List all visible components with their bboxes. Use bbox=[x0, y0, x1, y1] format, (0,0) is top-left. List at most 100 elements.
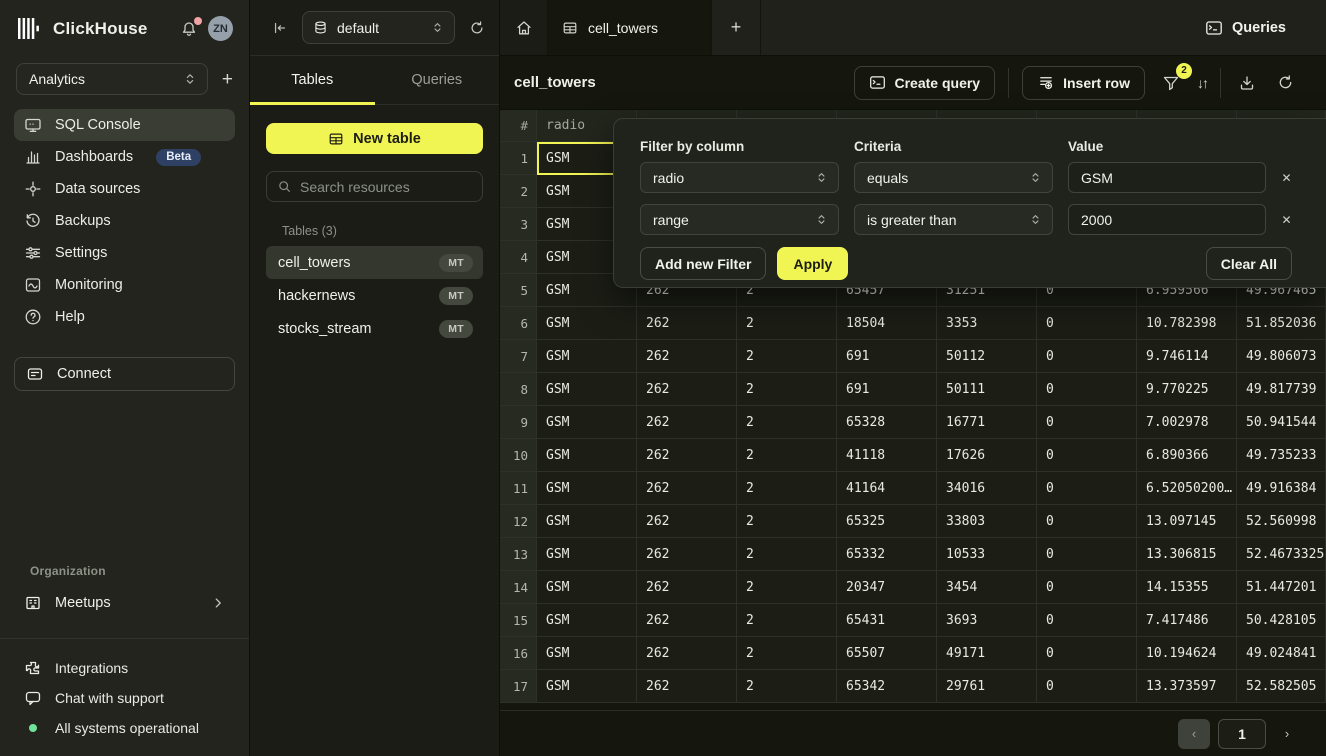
sidebar-item-monitoring[interactable]: Monitoring bbox=[14, 269, 235, 301]
sort-button[interactable]: ↓↑ bbox=[1197, 75, 1207, 91]
table-cell[interactable]: GSM bbox=[537, 406, 637, 439]
table-cell[interactable]: 51.447201 bbox=[1237, 571, 1326, 604]
table-cell[interactable]: 0 bbox=[1037, 307, 1137, 340]
create-query-button[interactable]: Create query bbox=[854, 66, 996, 100]
table-cell[interactable]: GSM bbox=[537, 505, 637, 538]
table-cell[interactable]: 262 bbox=[637, 439, 737, 472]
table-cell[interactable]: 49.735233 bbox=[1237, 439, 1326, 472]
table-cell[interactable]: 2 bbox=[737, 340, 837, 373]
filter-criteria-select[interactable]: is greater than bbox=[854, 204, 1053, 235]
table-cell[interactable]: 49.806073 bbox=[1237, 340, 1326, 373]
table-cell[interactable]: 52.582505 bbox=[1237, 670, 1326, 703]
table-cell[interactable]: 49.024841 bbox=[1237, 637, 1326, 670]
database-select[interactable]: default bbox=[302, 11, 455, 44]
table-cell[interactable]: 49.916384 bbox=[1237, 472, 1326, 505]
table-cell[interactable]: 0 bbox=[1037, 406, 1137, 439]
table-cell[interactable]: 2 bbox=[737, 307, 837, 340]
table-cell[interactable]: 52.4673325 bbox=[1237, 538, 1326, 571]
remove-filter-button[interactable]: ✕ bbox=[1281, 213, 1291, 227]
table-cell[interactable]: 20347 bbox=[837, 571, 937, 604]
table-cell[interactable]: 262 bbox=[637, 637, 737, 670]
table-cell[interactable]: 2 bbox=[737, 439, 837, 472]
table-cell[interactable]: 50112 bbox=[937, 340, 1037, 373]
filter-button[interactable]: 2 bbox=[1158, 70, 1184, 96]
table-cell[interactable]: GSM bbox=[537, 604, 637, 637]
table-cell[interactable]: 33803 bbox=[937, 505, 1037, 538]
table-cell[interactable]: 16771 bbox=[937, 406, 1037, 439]
table-cell[interactable]: 2 bbox=[737, 406, 837, 439]
table-cell[interactable]: 262 bbox=[637, 472, 737, 505]
search-input[interactable] bbox=[300, 179, 472, 195]
table-cell[interactable]: 0 bbox=[1037, 670, 1137, 703]
table-cell[interactable]: 49.817739 bbox=[1237, 373, 1326, 406]
table-cell[interactable]: 49171 bbox=[937, 637, 1037, 670]
table-cell[interactable]: GSM bbox=[537, 571, 637, 604]
table-cell[interactable]: 7.417486 bbox=[1137, 604, 1237, 637]
table-cell[interactable]: 262 bbox=[637, 571, 737, 604]
table-cell[interactable]: 3693 bbox=[937, 604, 1037, 637]
table-cell[interactable]: 41118 bbox=[837, 439, 937, 472]
table-cell[interactable]: 9.746114 bbox=[1137, 340, 1237, 373]
table-cell[interactable]: GSM bbox=[537, 307, 637, 340]
table-cell[interactable]: 0 bbox=[1037, 637, 1137, 670]
collapse-panel-icon[interactable] bbox=[272, 20, 288, 36]
table-cell[interactable]: 2 bbox=[737, 538, 837, 571]
sidebar-item-data-sources[interactable]: Data sources bbox=[14, 173, 235, 205]
table-cell[interactable]: 17626 bbox=[937, 439, 1037, 472]
table-cell[interactable]: 0 bbox=[1037, 538, 1137, 571]
workspace-select[interactable]: Analytics bbox=[16, 63, 208, 95]
table-cell[interactable]: 691 bbox=[837, 373, 937, 406]
insert-row-button[interactable]: Insert row bbox=[1022, 66, 1145, 100]
table-cell[interactable]: 2 bbox=[737, 670, 837, 703]
table-cell[interactable]: 14.15355 bbox=[1137, 571, 1237, 604]
table-cell[interactable]: 65332 bbox=[837, 538, 937, 571]
table-cell[interactable]: 691 bbox=[837, 340, 937, 373]
table-cell[interactable]: 0 bbox=[1037, 373, 1137, 406]
table-cell[interactable]: 2 bbox=[737, 373, 837, 406]
sidebar-item-system-status[interactable]: All systems operational bbox=[24, 717, 225, 738]
table-list-item-stocks-stream[interactable]: stocks_stream MT bbox=[266, 312, 483, 345]
table-cell[interactable]: 262 bbox=[637, 307, 737, 340]
remove-filter-button[interactable]: ✕ bbox=[1281, 171, 1291, 185]
table-cell[interactable]: 50.428105 bbox=[1237, 604, 1326, 637]
current-page[interactable]: 1 bbox=[1218, 719, 1266, 749]
table-cell[interactable]: 262 bbox=[637, 505, 737, 538]
clear-all-filters-button[interactable]: Clear All bbox=[1206, 247, 1292, 280]
table-cell[interactable]: 2 bbox=[737, 637, 837, 670]
table-cell[interactable]: 0 bbox=[1037, 604, 1137, 637]
filter-value-input[interactable] bbox=[1068, 162, 1266, 193]
table-cell[interactable]: 13.373597 bbox=[1137, 670, 1237, 703]
table-cell[interactable]: 2 bbox=[737, 505, 837, 538]
add-new-filter-button[interactable]: Add new Filter bbox=[640, 247, 766, 280]
table-list-item-cell-towers[interactable]: cell_towers MT bbox=[266, 246, 483, 279]
table-cell[interactable]: 262 bbox=[637, 406, 737, 439]
table-cell[interactable]: 10.194624 bbox=[1137, 637, 1237, 670]
table-cell[interactable]: GSM bbox=[537, 439, 637, 472]
filter-column-select[interactable]: radio bbox=[640, 162, 839, 193]
table-cell[interactable]: 65507 bbox=[837, 637, 937, 670]
table-cell[interactable]: 262 bbox=[637, 340, 737, 373]
table-cell[interactable]: 65431 bbox=[837, 604, 937, 637]
table-cell[interactable]: 10.782398 bbox=[1137, 307, 1237, 340]
table-cell[interactable]: 65325 bbox=[837, 505, 937, 538]
table-cell[interactable]: 9.770225 bbox=[1137, 373, 1237, 406]
table-cell[interactable]: 2 bbox=[737, 472, 837, 505]
table-cell[interactable]: GSM bbox=[537, 340, 637, 373]
next-page-button[interactable]: › bbox=[1274, 719, 1300, 749]
table-cell[interactable]: 10533 bbox=[937, 538, 1037, 571]
home-button[interactable] bbox=[500, 0, 548, 55]
tab-tables[interactable]: Tables bbox=[250, 56, 375, 104]
table-cell[interactable]: 6.890366 bbox=[1137, 439, 1237, 472]
table-cell[interactable]: 6.52050200… bbox=[1137, 472, 1237, 505]
table-cell[interactable]: 29761 bbox=[937, 670, 1037, 703]
refresh-tables-icon[interactable] bbox=[469, 20, 485, 36]
table-cell[interactable]: 65328 bbox=[837, 406, 937, 439]
table-cell[interactable]: 65342 bbox=[837, 670, 937, 703]
sidebar-item-sql-console[interactable]: SQL Console bbox=[14, 109, 235, 141]
table-cell[interactable]: 262 bbox=[637, 373, 737, 406]
table-cell[interactable]: 51.852036 bbox=[1237, 307, 1326, 340]
table-cell[interactable]: 262 bbox=[637, 538, 737, 571]
sidebar-item-meetups[interactable]: Meetups bbox=[0, 588, 249, 618]
table-cell[interactable]: 3454 bbox=[937, 571, 1037, 604]
table-cell[interactable]: 0 bbox=[1037, 340, 1137, 373]
